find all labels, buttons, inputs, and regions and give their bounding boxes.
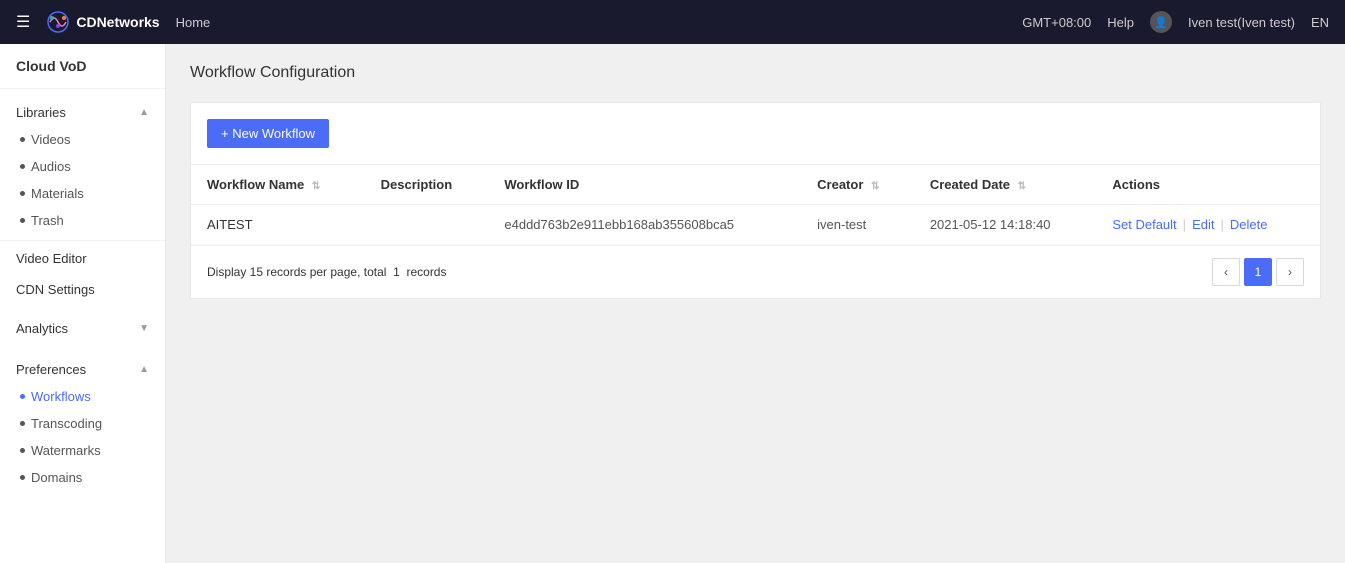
materials-label: Materials (31, 186, 84, 201)
divider-1 (0, 240, 165, 241)
watermarks-label: Watermarks (31, 443, 101, 458)
analytics-chevron-icon: ▼ (139, 323, 149, 334)
page-title: Workflow Configuration (190, 64, 1321, 82)
records-info: Display 15 records per page, total 1 rec… (207, 265, 446, 279)
set-default-link[interactable]: Set Default (1112, 217, 1176, 232)
table-header: Workflow Name ⇅ Description Workflow ID … (191, 165, 1320, 205)
sidebar-item-domains[interactable]: Domains (0, 464, 165, 491)
new-workflow-button[interactable]: + New Workflow (207, 119, 329, 148)
trash-label: Trash (31, 213, 64, 228)
materials-dot-icon (20, 191, 25, 196)
workflows-dot-icon (20, 394, 25, 399)
user-avatar-icon[interactable]: 👤 (1150, 11, 1172, 33)
audios-dot-icon (20, 164, 25, 169)
col-actions: Actions (1096, 165, 1320, 205)
watermarks-dot-icon (20, 448, 25, 453)
domains-label: Domains (31, 470, 82, 485)
delete-link[interactable]: Delete (1230, 217, 1268, 232)
libraries-label: Libraries (16, 105, 66, 120)
cell-creator: iven-test (801, 205, 914, 245)
col-workflow-name: Workflow Name ⇅ (191, 165, 365, 205)
sidebar-section-preferences: Preferences ▲ Workflows Transcoding Wate… (0, 346, 165, 495)
cell-workflow-id: e4ddd763b2e911ebb168ab355608bca5 (488, 205, 801, 245)
col-creator: Creator ⇅ (801, 165, 914, 205)
sidebar-section-preferences-header[interactable]: Preferences ▲ (0, 356, 165, 383)
cell-actions: Set Default | Edit | Delete (1096, 205, 1320, 245)
preferences-chevron-icon: ▲ (139, 364, 149, 375)
card-toolbar: + New Workflow (191, 103, 1320, 165)
video-editor-label: Video Editor (16, 251, 87, 266)
col-workflow-id: Workflow ID (488, 165, 801, 205)
action-sep-2: | (1220, 217, 1223, 232)
logo: CDNetworks (46, 10, 159, 34)
analytics-label: Analytics (16, 321, 68, 336)
col-created-date: Created Date ⇅ (914, 165, 1097, 205)
sidebar-section-analytics-header[interactable]: Analytics ▼ (0, 315, 165, 342)
sidebar-item-videos[interactable]: Videos (0, 126, 165, 153)
domains-dot-icon (20, 475, 25, 480)
topnav-right: GMT+08:00 Help 👤 Iven test(Iven test) EN (1022, 11, 1329, 33)
records-label: records (406, 265, 446, 279)
workflows-label: Workflows (31, 389, 91, 404)
table-row: AITEST e4ddd763b2e911ebb168ab355608bca5 … (191, 205, 1320, 245)
videos-label: Videos (31, 132, 71, 147)
sidebar-item-workflows[interactable]: Workflows (0, 383, 165, 410)
sidebar-item-cdn-settings[interactable]: CDN Settings (0, 274, 165, 305)
transcoding-label: Transcoding (31, 416, 102, 431)
timezone-label: GMT+08:00 (1022, 15, 1091, 30)
lang-selector[interactable]: EN (1311, 15, 1329, 30)
records-text: Display 15 records per page, total (207, 265, 386, 279)
col-description: Description (365, 165, 489, 205)
sidebar-item-transcoding[interactable]: Transcoding (0, 410, 165, 437)
main-content: Workflow Configuration + New Workflow Wo… (166, 44, 1345, 563)
pagination: ‹ 1 › (1212, 258, 1304, 286)
cell-workflow-name: AITEST (191, 205, 365, 245)
sidebar-item-video-editor[interactable]: Video Editor (0, 243, 165, 274)
topnav: ☰ CDNetworks Home GMT+08:00 Help 👤 Iven … (0, 0, 1345, 44)
trash-dot-icon (20, 218, 25, 223)
pagination-next-button[interactable]: › (1276, 258, 1304, 286)
workflow-card: + New Workflow Workflow Name ⇅ Descripti… (190, 102, 1321, 299)
transcoding-dot-icon (20, 421, 25, 426)
libraries-chevron-icon: ▲ (139, 107, 149, 118)
home-link[interactable]: Home (176, 15, 211, 30)
pagination-page-1-button[interactable]: 1 (1244, 258, 1272, 286)
sidebar-item-watermarks[interactable]: Watermarks (0, 437, 165, 464)
sidebar-item-audios[interactable]: Audios (0, 153, 165, 180)
table-body: AITEST e4ddd763b2e911ebb168ab355608bca5 … (191, 205, 1320, 245)
audios-label: Audios (31, 159, 71, 174)
hamburger-menu-icon[interactable]: ☰ (16, 12, 30, 32)
sidebar-section-analytics: Analytics ▼ (0, 305, 165, 346)
cell-description (365, 205, 489, 245)
creator-sort-icon[interactable]: ⇅ (871, 181, 879, 192)
cell-created-date: 2021-05-12 14:18:40 (914, 205, 1097, 245)
sidebar-section-libraries: Libraries ▲ Videos Audios Materials Tras… (0, 89, 165, 238)
logo-text: CDNetworks (76, 14, 159, 30)
edit-link[interactable]: Edit (1192, 217, 1214, 232)
workflow-name-sort-icon[interactable]: ⇅ (312, 181, 320, 192)
actions-cell: Set Default | Edit | Delete (1112, 217, 1304, 232)
created-date-sort-icon[interactable]: ⇅ (1018, 181, 1026, 192)
sidebar: Cloud VoD Libraries ▲ Videos Audios Mate… (0, 44, 166, 563)
user-name-label: Iven test(Iven test) (1188, 15, 1295, 30)
sidebar-item-materials[interactable]: Materials (0, 180, 165, 207)
workflow-table: Workflow Name ⇅ Description Workflow ID … (191, 165, 1320, 245)
table-footer: Display 15 records per page, total 1 rec… (191, 245, 1320, 298)
preferences-label: Preferences (16, 362, 86, 377)
sidebar-section-libraries-header[interactable]: Libraries ▲ (0, 99, 165, 126)
main-layout: Cloud VoD Libraries ▲ Videos Audios Mate… (0, 44, 1345, 563)
cdnetworks-logo-icon (46, 10, 70, 34)
videos-dot-icon (20, 137, 25, 142)
sidebar-item-trash[interactable]: Trash (0, 207, 165, 234)
sidebar-brand: Cloud VoD (0, 44, 165, 89)
pagination-prev-button[interactable]: ‹ (1212, 258, 1240, 286)
cdn-settings-label: CDN Settings (16, 282, 95, 297)
help-link[interactable]: Help (1107, 15, 1134, 30)
total-count: 1 (393, 265, 400, 279)
action-sep-1: | (1183, 217, 1186, 232)
